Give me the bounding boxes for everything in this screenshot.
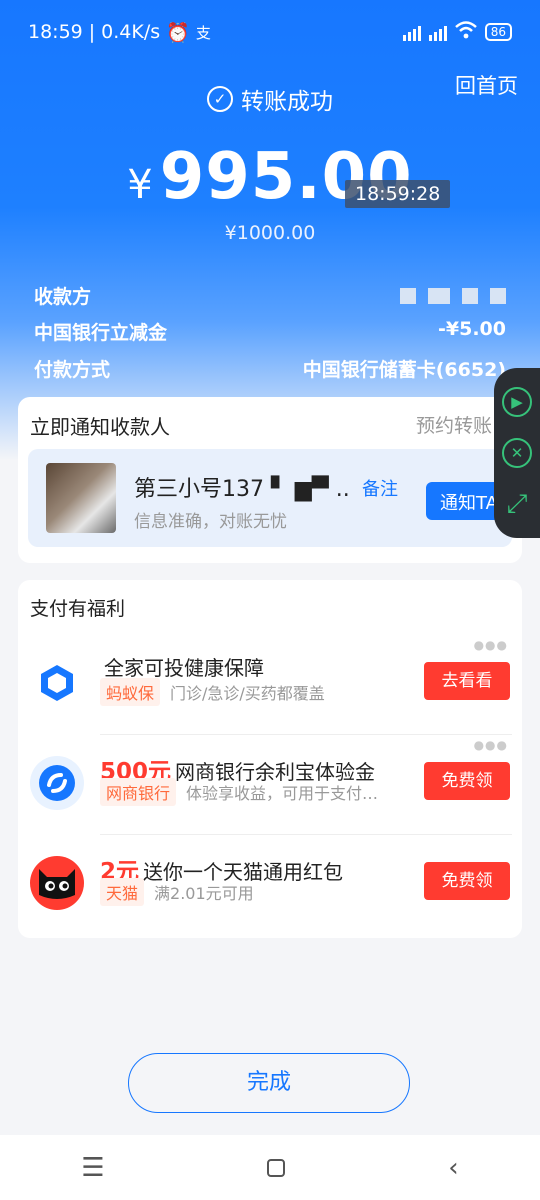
check-circle-icon: ✓ [207, 86, 233, 112]
detail-value: -¥5.00 [438, 318, 506, 340]
time-overlay: 18:59:28 [345, 180, 451, 208]
benefit-item[interactable]: ●●● 500元 网商银行余利宝体验金 网商银行 体验享收益，可用于支付… 免费领 [18, 734, 522, 834]
alarm-icon: ⏰ [166, 21, 190, 44]
status-bar: 18:59 | 0.4K/s ⏰ 支 86 [28, 18, 512, 46]
benefit-item[interactable]: 2元 送你一个天猫通用红包 天猫 满2.01元可用 免费领 [18, 834, 522, 934]
success-text: 转账成功 [241, 89, 333, 115]
detail-value: 中国银行储蓄卡(6652) [302, 359, 506, 381]
benefit-tag: 网商银行 [100, 778, 177, 806]
notify-payee-card: 立即通知收款人 预约转账 第三小号137 ▘ ▆▀ .. 备注 信息准确，对账无… [18, 397, 522, 563]
close-icon[interactable]: ✕ [502, 437, 532, 468]
detail-row-payee: 收款方 [34, 282, 506, 309]
more-icon[interactable]: ●●● [474, 738, 508, 752]
claim-button[interactable]: 免费领 [424, 862, 510, 900]
currency-symbol: ¥ [127, 162, 154, 208]
signal-icon-2 [428, 23, 447, 41]
payee-name: 第三小号137 ▘ ▆▀ .. [134, 477, 350, 502]
mybank-logo-icon [30, 756, 84, 810]
avatar [46, 463, 116, 533]
home-square-icon[interactable] [267, 1158, 286, 1177]
battery-icon: 86 [484, 23, 512, 41]
wifi-icon [454, 20, 477, 44]
tmall-cat-icon [30, 856, 84, 910]
claim-button[interactable]: 免费领 [424, 762, 510, 800]
menu-icon[interactable]: ☰ [81, 1153, 104, 1183]
detail-row-payment-method: 付款方式 中国银行储蓄卡(6652) [34, 355, 506, 382]
benefits-card: 支付有福利 ●●● 全家可投健康保障 蚂蚁保 门诊/急诊/买药都覆盖 去看看 ●●… [18, 580, 522, 938]
signal-icon [402, 23, 421, 41]
benefit-title: 全家可投健康保障 [104, 656, 264, 680]
done-button[interactable]: 完成 [128, 1053, 410, 1113]
success-title: ✓ 转账成功 [0, 82, 540, 116]
payee-subtitle: 信息准确，对账无忧 [134, 512, 287, 532]
status-time: 18:59 [28, 21, 83, 43]
notify-card-title: 立即通知收款人 [30, 415, 170, 439]
insurance-logo-icon [30, 656, 84, 710]
view-button[interactable]: 去看看 [424, 662, 510, 700]
floating-toolbar: ▶ ✕ ⤢ [494, 368, 540, 538]
expand-icon[interactable]: ⤢ [507, 489, 528, 520]
detail-label: 中国银行立减金 [34, 322, 168, 344]
benefit-tag: 蚂蚁保 [100, 678, 161, 706]
network-speed: 0.4K/s [101, 21, 161, 43]
remark-link[interactable]: 备注 [362, 475, 398, 501]
benefit-desc: 门诊/急诊/买药都覆盖 [170, 684, 325, 703]
benefit-tag: 天猫 [100, 878, 145, 906]
schedule-transfer-link[interactable]: 预约转账 [416, 411, 492, 438]
system-nav-bar: ☰ ‹ [0, 1135, 540, 1200]
payee-value-obscured [400, 282, 506, 309]
original-amount: ¥1000.00 [224, 222, 316, 244]
payee-panel: 第三小号137 ▘ ▆▀ .. 备注 信息准确，对账无忧 通知TA [28, 449, 512, 547]
detail-row-discount: 中国银行立减金 -¥5.00 [34, 318, 506, 345]
back-chevron-icon[interactable]: ‹ [448, 1153, 458, 1183]
benefit-item[interactable]: ●●● 全家可投健康保障 蚂蚁保 门诊/急诊/买药都覆盖 去看看 [18, 634, 522, 734]
detail-label: 收款方 [34, 286, 92, 308]
more-icon[interactable]: ●●● [474, 638, 508, 652]
benefit-desc: 满2.01元可用 [154, 884, 254, 903]
detail-label: 付款方式 [34, 359, 111, 381]
transfer-amount: ¥995.00 [0, 140, 540, 214]
benefits-title: 支付有福利 [30, 598, 126, 620]
alipay-icon: 支 [195, 23, 211, 42]
play-icon[interactable]: ▶ [502, 386, 532, 417]
benefit-desc: 体验享收益，可用于支付… [186, 784, 379, 803]
